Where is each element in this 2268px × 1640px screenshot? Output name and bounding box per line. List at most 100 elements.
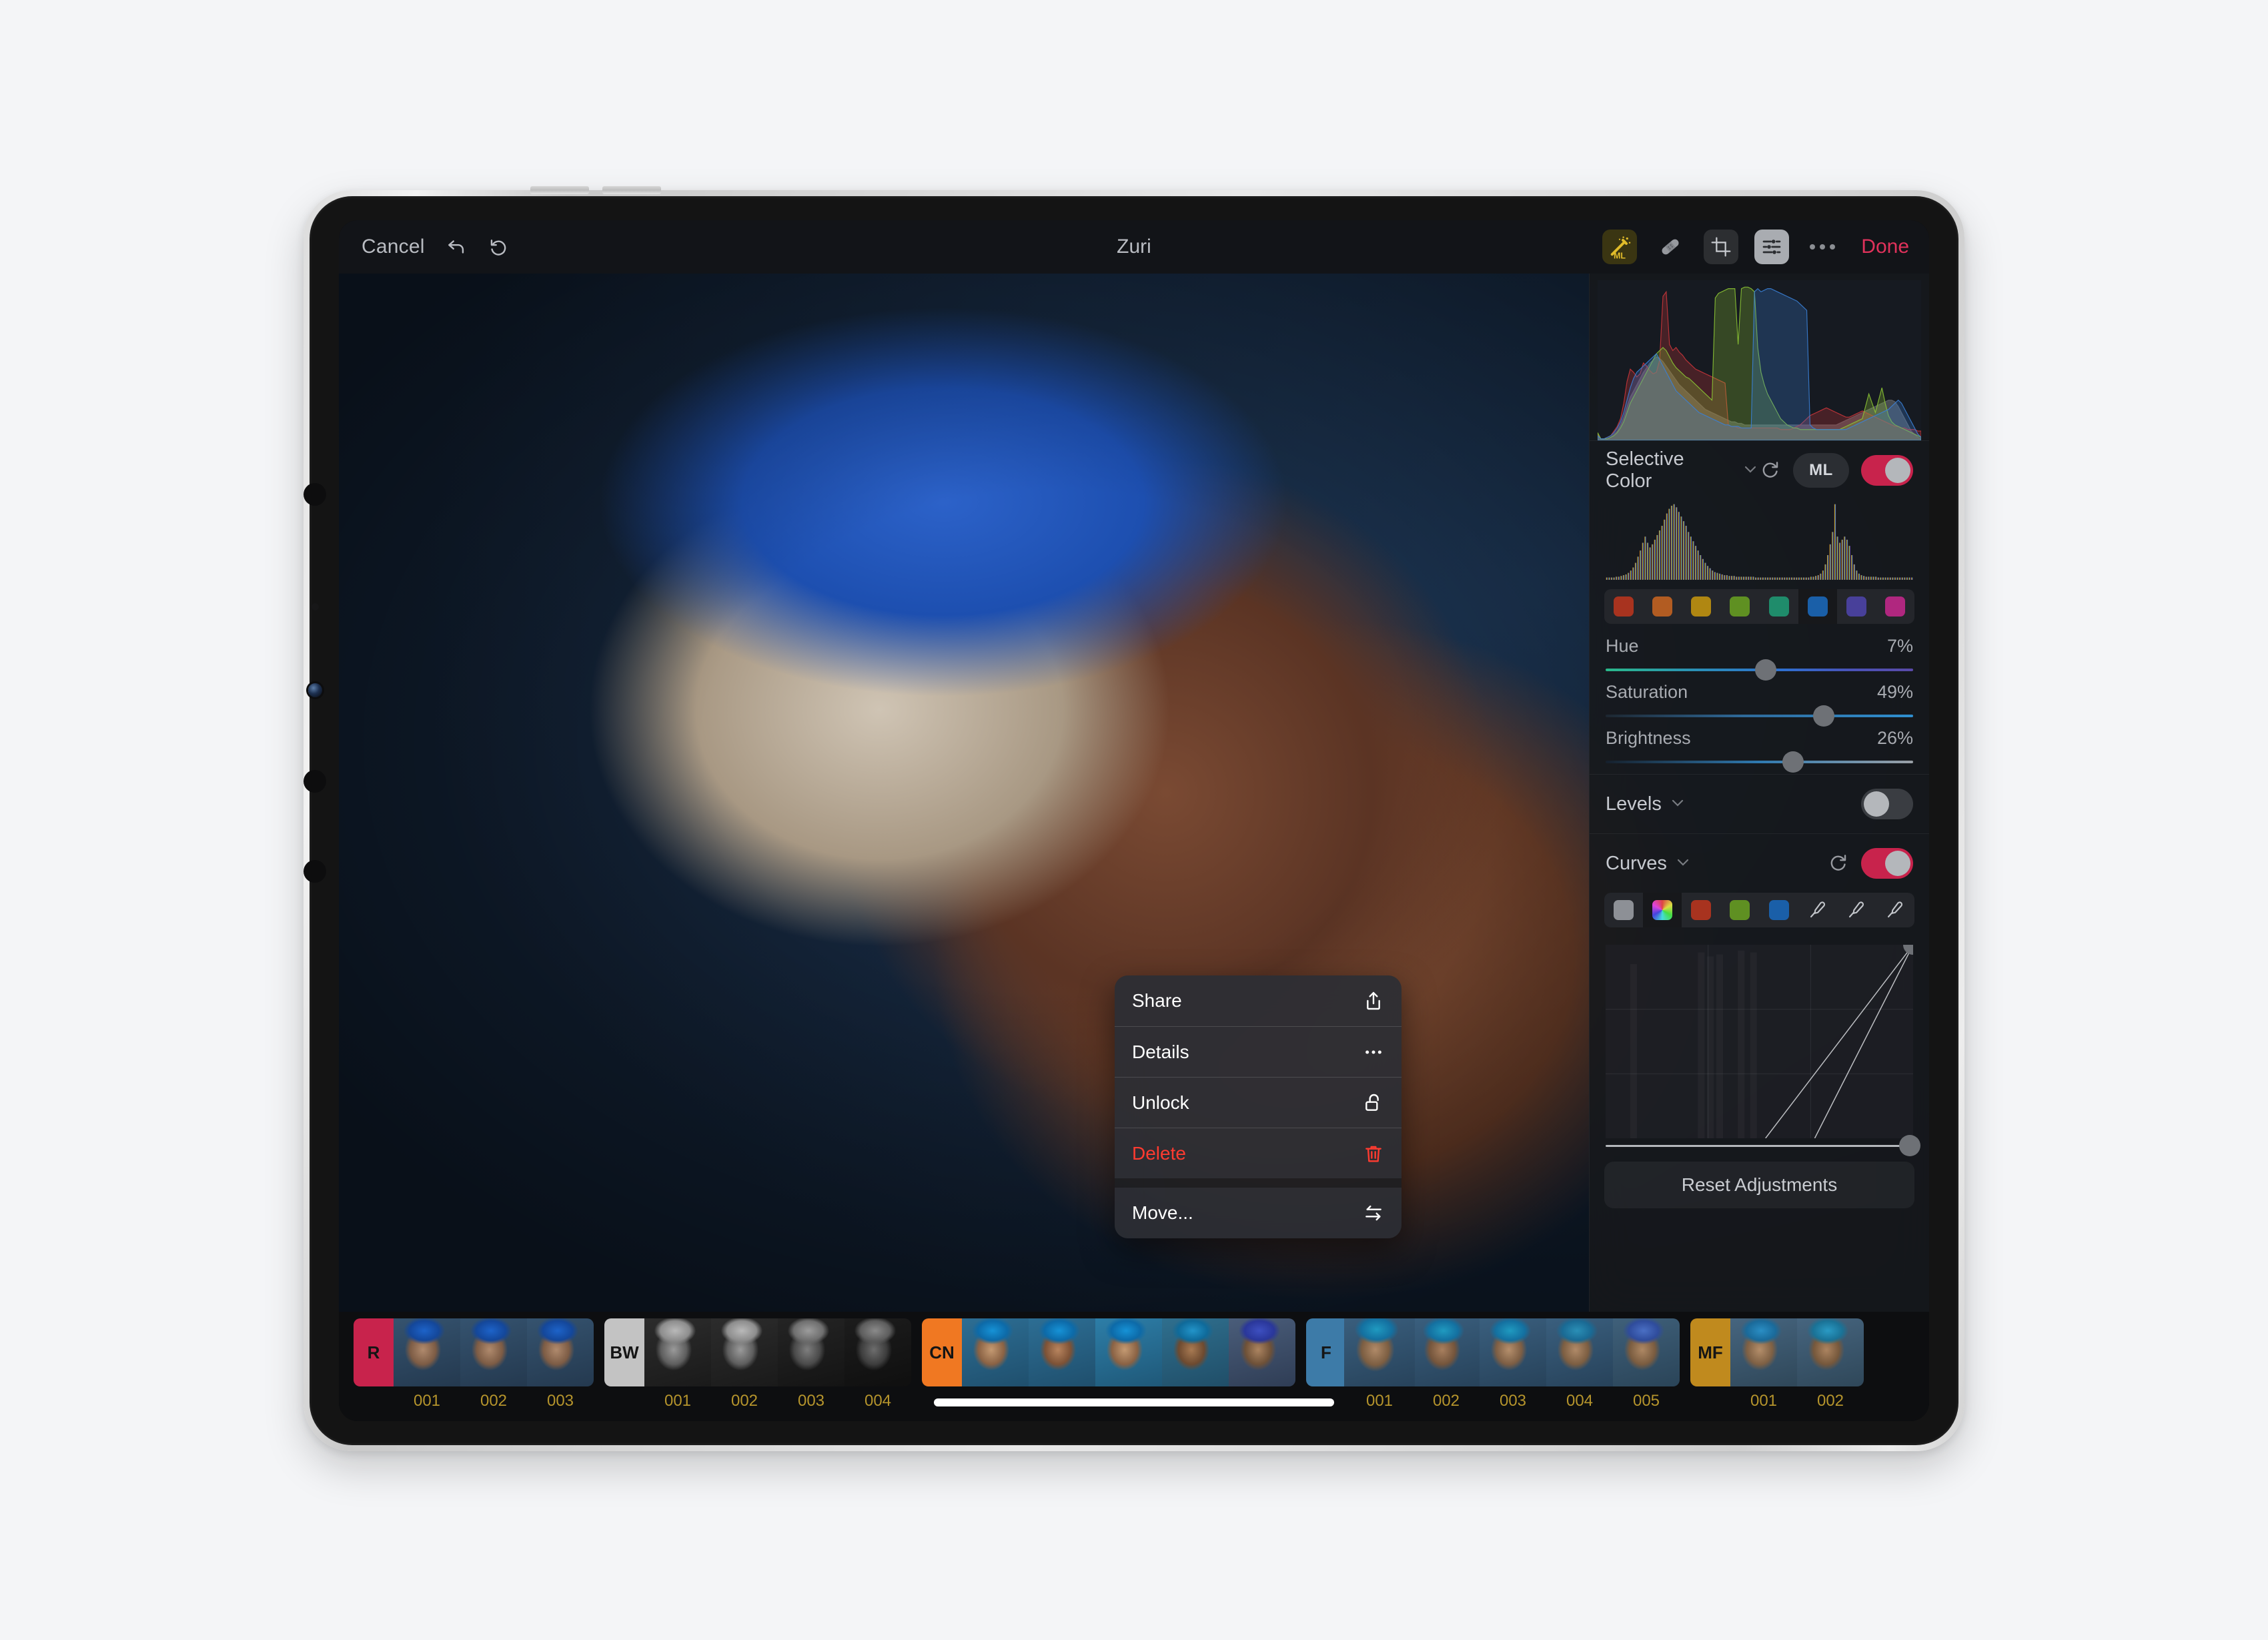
color-swatch-red[interactable]	[1604, 589, 1644, 624]
slider-hue[interactable]: Hue 7%	[1590, 636, 1929, 681]
thumbnail-number	[1162, 1386, 1229, 1392]
context-menu-item-share[interactable]: Share	[1115, 975, 1401, 1026]
chevron-down-icon[interactable]	[1675, 854, 1691, 873]
color-swatch-blue[interactable]	[1798, 589, 1837, 624]
curve-channel-blue[interactable]	[1759, 893, 1798, 927]
crop-icon[interactable]	[1704, 230, 1739, 264]
filmstrip-thumbnail[interactable]	[1344, 1318, 1415, 1386]
context-menu-item-label: Move...	[1132, 1202, 1193, 1223]
curve-channel-rgb[interactable]	[1643, 893, 1682, 927]
curve-channel-red[interactable]	[1682, 893, 1721, 927]
filmstrip-scroll[interactable]: R 001 002 003 BW 001 002 003 004 CN F 001 002 003 004 0…	[354, 1318, 1874, 1410]
filmstrip-group-badge[interactable]: BW	[604, 1318, 644, 1386]
filmstrip-group-badge[interactable]: R	[354, 1318, 394, 1386]
filmstrip-thumbnail[interactable]	[1613, 1318, 1680, 1386]
filmstrip-group-badge[interactable]: MF	[1690, 1318, 1730, 1386]
filmstrip[interactable]: R 001 002 003 BW 001 002 003 004 CN F 001 002 003 004 0…	[339, 1312, 1929, 1421]
context-menu-item-label: Unlock	[1132, 1092, 1189, 1113]
slider-track[interactable]	[1606, 751, 1913, 773]
channel-chip-red	[1691, 900, 1712, 920]
curve-channel-green[interactable]	[1720, 893, 1760, 927]
color-swatch-orange[interactable]	[1643, 589, 1682, 624]
filmstrip-thumbnail[interactable]	[460, 1318, 527, 1386]
filmstrip-thumbnail[interactable]	[1480, 1318, 1546, 1386]
slider-knob[interactable]	[1813, 705, 1835, 727]
volume-down-button[interactable]	[602, 186, 661, 194]
trash-icon	[1363, 1142, 1384, 1165]
undo-icon[interactable]	[445, 236, 468, 258]
slider-knob[interactable]	[1782, 751, 1804, 773]
filmstrip-thumbnail[interactable]	[962, 1318, 1029, 1386]
slider-track[interactable]	[1606, 659, 1913, 681]
cancel-button[interactable]: Cancel	[362, 236, 425, 258]
curve-channel-luminance[interactable]	[1604, 893, 1644, 927]
selective-color-title: Selective Color	[1606, 448, 1684, 492]
white-point-eyedropper-icon[interactable]	[1875, 893, 1914, 927]
filmstrip-group-badge[interactable]: F	[1306, 1318, 1346, 1386]
gray-point-eyedropper-icon[interactable]	[1836, 893, 1876, 927]
slider-saturation[interactable]: Saturation 49%	[1590, 682, 1929, 727]
filmstrip-thumbnail[interactable]	[778, 1318, 844, 1386]
adjustments-sliders-icon[interactable]	[1754, 230, 1790, 264]
context-menu-item-unlock[interactable]: Unlock	[1115, 1077, 1401, 1128]
filmstrip-group-r: R 001 002 003	[354, 1318, 594, 1410]
chevron-down-icon[interactable]	[1742, 461, 1758, 480]
color-swatch-green[interactable]	[1720, 589, 1760, 624]
bandage-heal-icon[interactable]	[1653, 230, 1688, 264]
tone-curve-graph[interactable]	[1606, 935, 1924, 1139]
thumbnail-image	[962, 1318, 1029, 1386]
selective-color-header[interactable]: Selective Color ML	[1590, 441, 1929, 500]
black-point-eyedropper-icon[interactable]	[1798, 893, 1837, 927]
svg-text:ML: ML	[1614, 252, 1626, 261]
swatch-chip-purple	[1846, 596, 1866, 617]
slider-knob[interactable]	[1754, 659, 1776, 681]
curves-range-slider[interactable]	[1606, 1135, 1921, 1156]
thumbnail-image	[1730, 1318, 1797, 1386]
selective-color-ml-button[interactable]: ML	[1793, 453, 1849, 488]
curves-range-knob[interactable]	[1899, 1135, 1921, 1156]
volume-up-button[interactable]	[530, 186, 589, 194]
swatch-chip-magenta	[1884, 596, 1905, 617]
redo-icon[interactable]	[488, 236, 510, 258]
curves-header[interactable]: Curves	[1590, 834, 1929, 893]
filmstrip-thumbnail[interactable]	[527, 1318, 594, 1386]
slider-brightness[interactable]: Brightness 26%	[1590, 728, 1929, 773]
filmstrip-thumbnail[interactable]	[644, 1318, 711, 1386]
magic-wand-ml-icon[interactable]: ML	[1602, 230, 1638, 264]
filmstrip-thumbnail[interactable]	[1162, 1318, 1229, 1386]
filmstrip-thumbnail[interactable]	[844, 1318, 911, 1386]
color-swatch-magenta[interactable]	[1875, 589, 1914, 624]
color-swatch-teal[interactable]	[1759, 589, 1798, 624]
selective-color-toggle[interactable]	[1861, 455, 1913, 486]
curves-reset-icon[interactable]	[1826, 851, 1849, 877]
filmstrip-thumbnail[interactable]	[394, 1318, 460, 1386]
curves-toggle[interactable]	[1861, 848, 1913, 879]
filmstrip-thumbnail[interactable]	[1413, 1318, 1480, 1386]
selective-color-reset-icon[interactable]	[1758, 458, 1781, 484]
thumbnail-image	[1546, 1318, 1613, 1386]
context-menu-item-details[interactable]: Details	[1115, 1026, 1401, 1077]
slider-track[interactable]	[1606, 705, 1913, 727]
swatch-chip-green	[1730, 596, 1750, 617]
filmstrip-thumbnail[interactable]	[1029, 1318, 1095, 1386]
thumbnail-number: 001	[1365, 1392, 1393, 1410]
filmstrip-thumbnail[interactable]	[1730, 1318, 1797, 1386]
filmstrip-thumbnail[interactable]	[1229, 1318, 1295, 1386]
chevron-down-icon[interactable]	[1670, 795, 1686, 814]
context-menu-item-move[interactable]: Move...	[1115, 1188, 1401, 1238]
done-button[interactable]: Done	[1861, 236, 1909, 258]
filmstrip-thumbnail[interactable]	[1095, 1318, 1162, 1386]
thumbnail-image	[644, 1318, 711, 1386]
levels-title: Levels	[1606, 793, 1662, 815]
color-swatch-purple[interactable]	[1836, 589, 1876, 624]
levels-header[interactable]: Levels	[1590, 775, 1929, 833]
filmstrip-thumbnail[interactable]	[1546, 1318, 1613, 1386]
filmstrip-group-badge[interactable]: CN	[922, 1318, 962, 1386]
filmstrip-thumbnail[interactable]	[1797, 1318, 1864, 1386]
color-swatch-yellow[interactable]	[1682, 589, 1721, 624]
more-ellipsis-icon[interactable]	[1805, 230, 1840, 264]
reset-adjustments-button[interactable]: Reset Adjustments	[1604, 1162, 1914, 1208]
levels-toggle[interactable]	[1861, 789, 1913, 819]
context-menu-item-delete[interactable]: Delete	[1115, 1128, 1401, 1178]
filmstrip-thumbnail[interactable]	[711, 1318, 778, 1386]
